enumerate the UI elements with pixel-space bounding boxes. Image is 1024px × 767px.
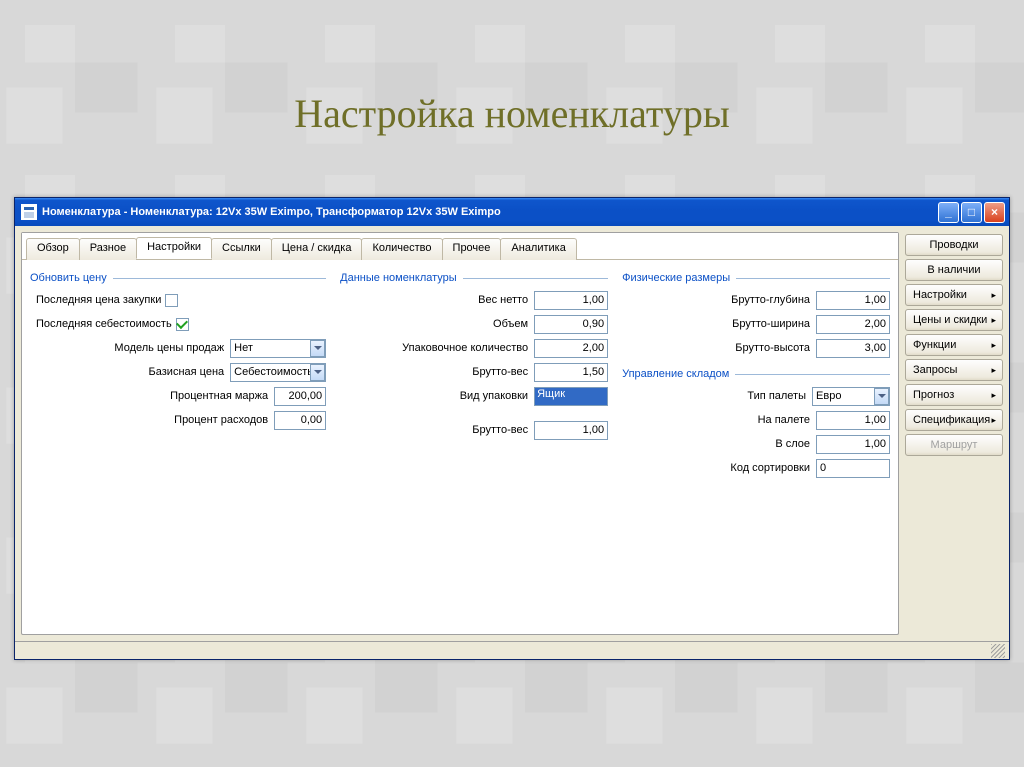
dropdown-icon[interactable] bbox=[874, 388, 889, 405]
volume-label: Объем bbox=[493, 318, 528, 330]
percent-margin-input[interactable] bbox=[274, 387, 326, 406]
btn-forecast-label: Прогноз bbox=[913, 389, 954, 401]
pack-type-label: Вид упаковки bbox=[460, 390, 528, 402]
tab-analytics[interactable]: Аналитика bbox=[500, 238, 576, 260]
slide-title: Настройка номенклатуры bbox=[0, 0, 1024, 197]
last-cost-label: Последняя себестоимость bbox=[36, 318, 172, 330]
in-layer-label: В слое bbox=[775, 438, 810, 450]
in-layer-input[interactable] bbox=[816, 435, 890, 454]
net-weight-label: Вес нетто bbox=[478, 294, 528, 306]
btn-prices-label: Цены и скидки bbox=[913, 314, 987, 326]
sort-code-input[interactable] bbox=[816, 459, 890, 478]
depth-input[interactable] bbox=[816, 291, 890, 310]
tab-links[interactable]: Ссылки bbox=[211, 238, 272, 260]
on-pallet-label: На палете bbox=[758, 414, 810, 426]
btn-spec[interactable]: Спецификация bbox=[905, 409, 1003, 431]
last-purchase-label: Последняя цена закупки bbox=[36, 294, 161, 306]
group-update-price-label: Обновить цену bbox=[30, 272, 107, 284]
app-window: Номенклатура - Номенклатура: 12Vx 35W Ex… bbox=[14, 197, 1010, 660]
btn-forecast[interactable]: Прогноз bbox=[905, 384, 1003, 406]
gross-weight-input[interactable] bbox=[534, 363, 608, 382]
btn-queries[interactable]: Запросы bbox=[905, 359, 1003, 381]
main-panel: Обзор Разное Настройки Ссылки Цена / ски… bbox=[21, 232, 899, 635]
btn-settings-label: Настройки bbox=[913, 289, 967, 301]
window-title: Номенклатура - Номенклатура: 12Vx 35W Ex… bbox=[42, 206, 938, 218]
percent-costs-input[interactable] bbox=[274, 411, 326, 430]
last-cost-checkbox[interactable] bbox=[176, 318, 189, 331]
pallet-type-label: Тип палеты bbox=[747, 390, 806, 402]
resize-grip-icon[interactable] bbox=[991, 644, 1005, 658]
btn-queries-label: Запросы bbox=[913, 364, 957, 376]
percent-costs-label: Процент расходов bbox=[174, 414, 268, 426]
group-update-price: Обновить цену bbox=[30, 272, 326, 284]
group-warehouse-label: Управление складом bbox=[622, 368, 729, 380]
last-purchase-checkbox[interactable] bbox=[165, 294, 178, 307]
base-price-label: Базисная цена bbox=[149, 366, 225, 378]
tab-quantity[interactable]: Количество bbox=[361, 238, 442, 260]
on-pallet-input[interactable] bbox=[816, 411, 890, 430]
group-physical: Физические размеры bbox=[622, 272, 890, 284]
tab-other[interactable]: Прочее bbox=[442, 238, 502, 260]
pack-qty-label: Упаковочное количество bbox=[402, 342, 528, 354]
gross-weight2-label: Брутто-вес bbox=[472, 424, 528, 436]
tab-settings[interactable]: Настройки bbox=[136, 237, 212, 259]
width-label: Брутто-ширина bbox=[732, 318, 810, 330]
btn-postings[interactable]: Проводки bbox=[905, 234, 1003, 256]
pack-type-input[interactable]: Ящик bbox=[534, 387, 608, 406]
btn-settings[interactable]: Настройки bbox=[905, 284, 1003, 306]
tab-strip: Обзор Разное Настройки Ссылки Цена / ски… bbox=[22, 233, 898, 260]
dropdown-icon[interactable] bbox=[310, 340, 325, 357]
btn-functions[interactable]: Функции bbox=[905, 334, 1003, 356]
btn-route: Маршрут bbox=[905, 434, 1003, 456]
titlebar[interactable]: Номенклатура - Номенклатура: 12Vx 35W Ex… bbox=[15, 198, 1009, 226]
btn-spec-label: Спецификация bbox=[913, 414, 990, 426]
maximize-button[interactable]: □ bbox=[961, 202, 982, 223]
side-panel: Проводки В наличии Настройки Цены и скид… bbox=[905, 232, 1003, 635]
close-button[interactable]: × bbox=[984, 202, 1005, 223]
tab-overview[interactable]: Обзор bbox=[26, 238, 80, 260]
group-item-data: Данные номенклатуры bbox=[340, 272, 608, 284]
group-physical-label: Физические размеры bbox=[622, 272, 730, 284]
btn-functions-label: Функции bbox=[913, 339, 956, 351]
btn-prices-discounts[interactable]: Цены и скидки bbox=[905, 309, 1003, 331]
net-weight-input[interactable] bbox=[534, 291, 608, 310]
gross-weight-label: Брутто-вес bbox=[472, 366, 528, 378]
dropdown-icon[interactable] bbox=[310, 364, 325, 381]
height-input[interactable] bbox=[816, 339, 890, 358]
btn-on-hand[interactable]: В наличии bbox=[905, 259, 1003, 281]
group-item-data-label: Данные номенклатуры bbox=[340, 272, 457, 284]
group-warehouse: Управление складом bbox=[622, 368, 890, 380]
statusbar bbox=[15, 641, 1009, 659]
percent-margin-label: Процентная маржа bbox=[170, 390, 268, 402]
tab-price-discount[interactable]: Цена / скидка bbox=[271, 238, 363, 260]
window-icon bbox=[21, 204, 37, 220]
volume-input[interactable] bbox=[534, 315, 608, 334]
gross-weight2-input[interactable] bbox=[534, 421, 608, 440]
tab-misc[interactable]: Разное bbox=[79, 238, 137, 260]
pack-qty-input[interactable] bbox=[534, 339, 608, 358]
sort-code-label: Код сортировки bbox=[730, 462, 810, 474]
width-input[interactable] bbox=[816, 315, 890, 334]
height-label: Брутто-высота bbox=[735, 342, 810, 354]
depth-label: Брутто-глубина bbox=[731, 294, 810, 306]
sales-model-label: Модель цены продаж bbox=[114, 342, 224, 354]
minimize-button[interactable]: _ bbox=[938, 202, 959, 223]
